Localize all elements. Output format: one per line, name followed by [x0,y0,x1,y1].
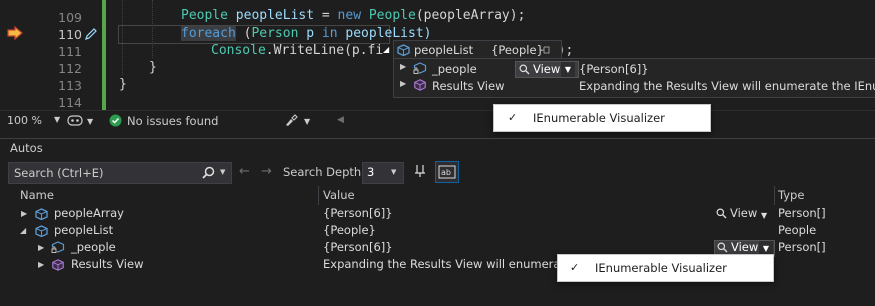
column-header-type[interactable]: Type [775,186,875,205]
line-number: 109 [58,10,82,25]
back-arrow-icon[interactable]: ← [239,164,250,179]
chevron-down-icon[interactable]: ▼ [220,168,225,176]
visualizer-menu[interactable]: ✓ IEnumerable Visualizer [557,254,774,282]
datatip-field-value: {Person[6]} [579,62,649,76]
current-statement-arrow-icon [7,26,23,40]
magnifier-icon [519,64,530,75]
copilot-icon[interactable] [67,114,83,126]
datatip-header[interactable]: peopleList {People} [393,40,562,60]
scroll-left-icon[interactable]: ◀ [337,115,344,125]
pencil-icon[interactable] [84,27,98,41]
code-line-113[interactable]: } [119,77,127,92]
line-number: 112 [58,61,82,76]
code-line-111[interactable]: Console.WriteLine(p.fime); [211,43,573,58]
results-view-icon [414,79,426,91]
editor-status-bar: 100 % ▼ ▼ No issues found ▼ ◀ [0,110,875,131]
code-line-109[interactable]: People peopleList = new People(peopleArr… [181,8,525,23]
line-number: 113 [58,78,82,93]
datatip-row[interactable]: ▶ Results View Expanding the Results Vie… [394,77,875,95]
variable-name: _people [71,240,116,254]
code-line-112[interactable]: } [149,60,157,75]
chevron-down-icon[interactable]: ▼ [87,117,93,126]
check-circle-icon [109,114,122,127]
expand-chevron-icon[interactable]: ▶ [21,205,27,222]
column-header-name[interactable]: Name [0,186,319,205]
collapse-chevron-icon[interactable]: ◢ [383,45,389,54]
expand-chevron-icon[interactable]: ▶ [38,239,44,256]
variable-name: Results View [71,257,144,271]
checkmark-icon: ✓ [570,261,580,274]
issues-status[interactable]: No issues found [127,114,218,128]
forward-arrow-icon[interactable]: → [261,164,272,179]
datatip-field-name: Results View [432,79,505,93]
panel-title: Autos [10,141,43,155]
checkmark-icon: ✓ [508,111,518,124]
variable-value: {Person[6]} [323,206,393,220]
line-number: 110 [58,27,82,42]
visualizer-menu[interactable]: ✓ IEnumerable Visualizer [493,104,711,132]
table-row[interactable]: ▶ peopleArray {Person[6]} View ▼ Person[… [0,205,875,222]
view-visualizer-button[interactable]: View ▼ [515,61,579,78]
pin-icon[interactable] [538,45,550,54]
datatip-field-name: _people [432,62,477,76]
menu-item-ienumerable-visualizer[interactable]: IEnumerable Visualizer [533,111,665,125]
search-depth-dropdown[interactable]: 3 ▼ [362,162,404,184]
chevron-down-icon[interactable]: ▼ [304,117,310,126]
zoom-dropdown[interactable]: 100 % ▼ [5,113,63,128]
datatip-row[interactable]: ▶ _people View ▼ {Person[6]} [394,60,875,78]
menu-item-ienumerable-visualizer[interactable]: IEnumerable Visualizer [595,261,727,275]
search-box[interactable]: Search (Ctrl+E) ▼ [8,162,232,184]
datatip-body[interactable]: ▶ _people View ▼ {Person[6]} ▶ Results V… [393,58,875,98]
results-view-icon [52,259,64,271]
object-icon [397,44,410,56]
datatip-variable-value: {People} [491,43,544,57]
chevron-down-icon: ▼ [391,168,397,176]
search-icon[interactable] [202,166,215,179]
variable-value: {People} [323,223,376,237]
collapse-chevron-icon[interactable]: ◢ [20,222,26,239]
private-field-icon [413,62,427,75]
hex-display-toggle[interactable]: ab [435,161,459,183]
variable-name: peopleList [54,223,114,237]
object-icon [35,225,48,237]
svg-text:ab: ab [441,168,451,177]
line-number: 114 [58,95,82,110]
expand-chevron-icon[interactable]: ▶ [400,79,406,88]
variable-type: Person[] [778,206,826,220]
view-dropdown-arrow-icon[interactable]: ▼ [561,62,575,77]
column-header-value[interactable]: Value [319,186,775,205]
magnifier-icon [716,208,727,219]
brush-icon[interactable] [283,114,299,127]
chevron-down-icon: ▼ [54,115,61,124]
line-number: 111 [58,44,82,59]
variable-value: Expanding the Results View will enumerat… [323,257,561,271]
view-visualizer-button[interactable]: View ▼ [716,206,772,221]
object-icon [35,208,48,220]
variable-type: Person[] [778,240,826,254]
variable-name: peopleArray [54,206,124,220]
magnifier-icon [717,242,728,253]
expand-chevron-icon[interactable]: ▶ [38,256,44,273]
code-line-110[interactable]: foreach (Person p in peopleList) [181,26,431,41]
change-tracking-bar [102,0,106,110]
datatip-variable-name: peopleList [414,43,474,57]
variable-type: People [778,223,817,237]
expand-chevron-icon[interactable]: ▶ [400,62,406,71]
breakpoint-margin[interactable] [0,0,26,110]
search-depth-label: Search Depth: [283,165,366,179]
variable-value: {Person[6]} [323,240,393,254]
search-input[interactable]: Search (Ctrl+E) [14,166,104,180]
private-field-icon [51,241,65,254]
datatip-field-value: Expanding the Results View will enumerat… [579,79,875,93]
pin-icon[interactable] [414,164,428,178]
table-row[interactable]: ◢ peopleList {People} People [0,222,875,239]
